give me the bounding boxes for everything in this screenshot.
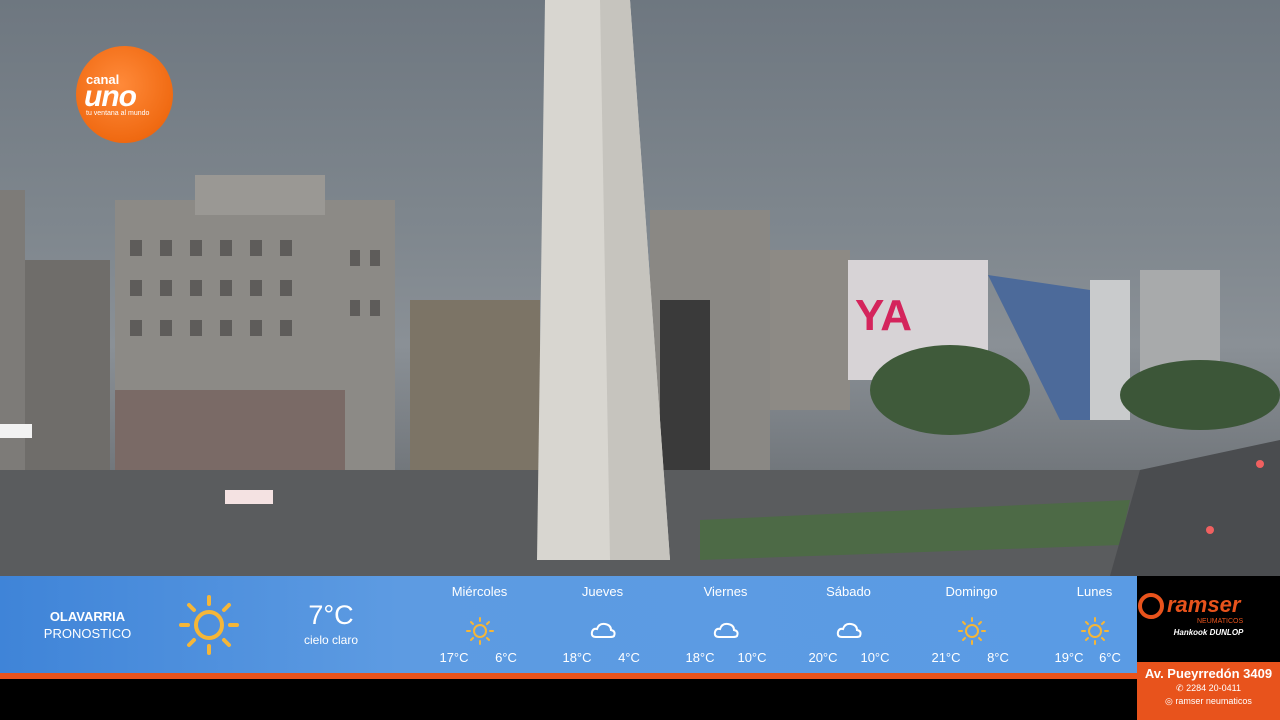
sponsor-phone-text: 2284 20-0411 (1186, 683, 1241, 693)
partner-brands: Hankook DUNLOP (1173, 628, 1244, 637)
day-name: Domingo (945, 584, 998, 599)
forecast-day: Domingo 21°C 8°C (910, 584, 1033, 672)
sponsor-info: Av. Pueyrredón 3409 ✆ 2284 20-0411 ◎ ram… (1137, 662, 1280, 720)
max-temp: 21°C (931, 650, 961, 665)
cloud-icon (836, 622, 862, 638)
bottom-strip (0, 679, 1137, 720)
city-name: OLAVARRIA (49, 609, 126, 624)
ramser-logo: ramser NEUMATICOS (1138, 592, 1243, 625)
logo-tagline: tu ventana al mundo (86, 110, 150, 117)
current-condition: cielo claro (303, 633, 359, 647)
forecast-day: Miércoles 17°C 6°C (418, 584, 541, 672)
sponsor-address: Av. Pueyrredón 3409 (1144, 666, 1273, 681)
day-name: Miércoles (451, 584, 508, 599)
weather-bar: OLAVARRIA PRONOSTICO 7°C cielo claro Mié… (0, 576, 1137, 673)
instagram-icon: ◎ (1165, 696, 1176, 706)
day-name: Sábado (826, 584, 871, 599)
forecast-label: PRONOSTICO (43, 626, 132, 641)
day-name: Viernes (703, 584, 748, 599)
day-name: Jueves (581, 584, 624, 599)
cloud-icon (713, 622, 739, 638)
min-temp: 4°C (618, 650, 640, 665)
min-temp: 8°C (987, 650, 1009, 665)
sun-icon (179, 595, 239, 655)
max-temp: 18°C (562, 650, 592, 665)
sponsor-ad: ramser NEUMATICOS Hankook DUNLOP Av. Pue… (1137, 580, 1280, 720)
min-temp: 10°C (737, 650, 767, 665)
forecast-day: Jueves 18°C 4°C (541, 584, 664, 672)
forecast-day: Lunes 19°C 6°C (1033, 584, 1137, 672)
forecast-day: Viernes 18°C 10°C (664, 584, 787, 672)
sponsor-phone: ✆ 2284 20-0411 (1137, 683, 1280, 694)
sun-icon (958, 617, 986, 645)
sponsor-social: ◎ ramser neumaticos (1137, 696, 1280, 707)
max-temp: 20°C (808, 650, 838, 665)
forecast-day: Sábado 20°C 10°C (787, 584, 910, 672)
live-camera-scene: YA (0, 0, 1280, 576)
sun-icon (1081, 617, 1109, 645)
current-temperature: 7°C (308, 600, 354, 630)
sponsor-social-text: ramser neumaticos (1175, 696, 1252, 706)
max-temp: 18°C (685, 650, 715, 665)
whatsapp-icon: ✆ (1176, 683, 1187, 693)
sun-icon (466, 617, 494, 645)
svg-text:NEUMATICOS: NEUMATICOS (1197, 618, 1243, 625)
channel-logo: canal uno tu ventana al mundo (76, 46, 173, 143)
logo-line2: uno (84, 80, 137, 113)
cloud-icon (590, 622, 616, 638)
svg-text:YA: YA (855, 291, 912, 340)
svg-text:ramser: ramser (1167, 592, 1242, 617)
max-temp: 17°C (439, 650, 469, 665)
location-block: OLAVARRIA PRONOSTICO (30, 608, 145, 642)
min-temp: 6°C (495, 650, 517, 665)
min-temp: 10°C (860, 650, 890, 665)
min-temp: 6°C (1099, 650, 1121, 665)
